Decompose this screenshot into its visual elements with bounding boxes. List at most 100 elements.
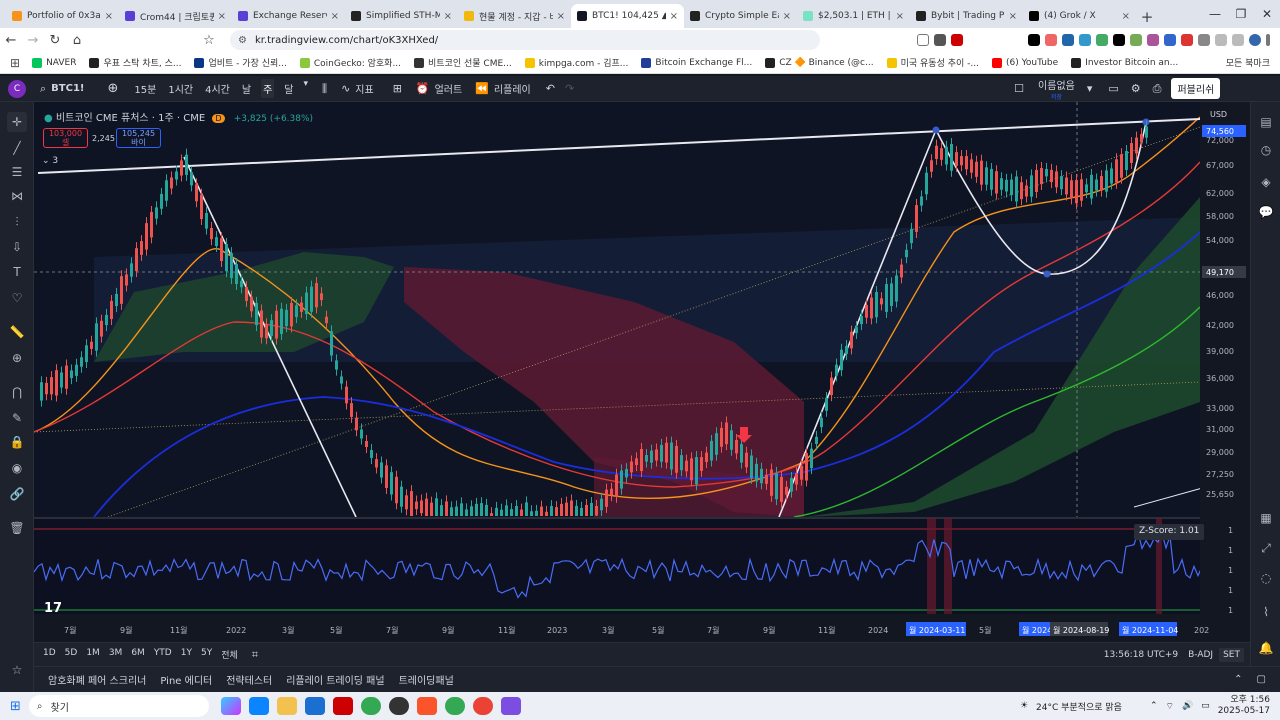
bookmark-item[interactable]: 비트코인 선물 CME... (414, 56, 512, 69)
new-tab-button[interactable]: + (1136, 6, 1158, 28)
trendline-icon[interactable]: ╱ (7, 138, 27, 158)
weather-text[interactable]: 24°C 부분적으로 맑음 (1036, 700, 1122, 713)
home-icon[interactable]: ⌂ (66, 33, 88, 48)
bookmark-item[interactable]: (6) YouTube (991, 56, 1058, 69)
chrome-icon[interactable] (388, 697, 409, 715)
browser-tab[interactable]: BTC1! 104,425 ▲ × (571, 4, 684, 28)
tab-close-icon[interactable]: × (105, 11, 113, 22)
pattern-icon[interactable]: ⋈ (7, 186, 27, 206)
search-icon[interactable]: ⌕ (40, 82, 46, 96)
tab-close-icon[interactable]: × (331, 11, 339, 22)
brush-icon[interactable]: ⇩ (7, 237, 27, 257)
browser-tab[interactable]: Bybit | Trading Platfo × (910, 4, 1023, 28)
tab-close-icon[interactable]: × (670, 11, 678, 22)
bookmark-item[interactable]: CZ 🔶 Binance (@c... (765, 56, 874, 69)
shield-icon[interactable] (934, 34, 946, 46)
bookmark-item[interactable]: kimpga.com - 김프... (524, 56, 628, 69)
bookmark-item[interactable]: Investor Bitcoin an... (1071, 56, 1178, 69)
tab-close-icon[interactable]: × (1009, 11, 1017, 22)
extension-icon[interactable] (1147, 34, 1159, 46)
layout-menu-icon[interactable]: ▾ (1087, 82, 1093, 95)
clock-time[interactable]: 13:56:18 UTC+9 (1104, 650, 1178, 660)
date-range-icon[interactable]: ⌗ (252, 648, 258, 662)
panel-collapse-icon[interactable]: ⌃ (1234, 674, 1242, 685)
url-field[interactable]: ⚙ kr.tradingview.com/chart/oK3XHXed/ (230, 30, 820, 50)
layout-checkbox-icon[interactable]: ☐ (1014, 82, 1024, 95)
tab-close-icon[interactable]: × (218, 11, 226, 22)
browser-tab[interactable]: (4) Grok / X × (1023, 4, 1136, 28)
adjustment-button[interactable]: B-ADJ (1188, 650, 1213, 660)
copilot-icon[interactable] (220, 697, 241, 715)
bookmark-item[interactable]: 우표 스탁 차트, 스... (89, 56, 181, 69)
chart-type-icon[interactable]: ⫼ (322, 82, 327, 96)
interval-5[interactable]: 달 (282, 79, 295, 98)
stay-drawing-icon[interactable]: ✎ (7, 408, 27, 428)
brave-icon[interactable] (416, 697, 437, 715)
magnet-icon[interactable]: ⋂ (7, 382, 27, 402)
network-icon[interactable]: ⌔ (1165, 701, 1173, 712)
tray-clock[interactable]: 오후 1:56 2025-05-17 (1218, 695, 1270, 717)
app-icon[interactable] (500, 697, 521, 715)
symbol-search[interactable]: BTC1! (51, 83, 84, 94)
ideas-icon[interactable]: ⤢ (1256, 538, 1276, 558)
browser-tab[interactable]: Exchange Reserve / S × (232, 4, 345, 28)
calendar-icon[interactable]: ▦ (1256, 508, 1276, 528)
bookmark-item[interactable]: NAVER (32, 56, 76, 69)
tab-close-icon[interactable]: × (444, 11, 452, 22)
fib-icon[interactable]: ☰ (7, 162, 27, 182)
alert-button[interactable]: 얼러트 (435, 81, 463, 96)
interval-dropdown-icon[interactable]: ▾ (303, 79, 308, 98)
store-icon[interactable] (304, 697, 325, 715)
indicators-button[interactable]: 지표 (355, 81, 373, 96)
ruler-icon[interactable]: 📏 (7, 322, 27, 342)
signal-icon[interactable]: ⌇ (1256, 602, 1276, 622)
back-icon[interactable]: ← (0, 33, 22, 48)
apps-icon[interactable]: ⊞ (10, 56, 20, 70)
settings-icon[interactable]: ⚙ (1131, 82, 1141, 95)
interval-4[interactable]: 주 (261, 79, 275, 98)
extension-icon[interactable] (1130, 34, 1142, 46)
share-icon[interactable] (917, 34, 929, 46)
reload-icon[interactable]: ↻ (44, 33, 66, 48)
chrome-icon[interactable] (444, 697, 465, 715)
tab-close-icon[interactable]: × (896, 11, 904, 22)
layout-name-block[interactable]: 이름없음 저장 (1038, 77, 1075, 101)
browser-tab[interactable]: 현물 계정 - 지갑 - 바 × (458, 4, 571, 28)
legend-collapse[interactable]: ⌄ 3 (42, 156, 58, 166)
browser-tab[interactable]: $2,503.1 | ETH | Hype × (797, 4, 910, 28)
bookmark-item[interactable]: 미국 유동성 추이 -... (886, 56, 979, 69)
publish-button[interactable]: 퍼블리쉬 (1171, 78, 1221, 99)
browser-tab[interactable]: Crom44 | 크립토퀀트 × (119, 4, 232, 28)
text-icon[interactable]: T (7, 262, 27, 282)
interval-0[interactable]: 15분 (132, 79, 158, 98)
interval-2[interactable]: 4시간 (203, 79, 232, 98)
star-icon[interactable]: ☆ (7, 660, 27, 680)
undo-icon[interactable]: ↶ (546, 82, 555, 95)
bookmark-star-icon[interactable]: ☆ (198, 33, 220, 48)
cursor-icon[interactable]: ✛ (7, 112, 27, 132)
chrome-icon[interactable] (360, 697, 381, 715)
range-button[interactable]: 1Y (181, 648, 192, 661)
volume-icon[interactable]: 🔊 (1182, 701, 1193, 711)
extension-icon[interactable] (1096, 34, 1108, 46)
session-button[interactable]: SET (1219, 647, 1244, 662)
hide-icon[interactable]: ◉ (7, 458, 27, 478)
sidebar-icon[interactable] (1232, 34, 1244, 46)
browser-tab[interactable]: Simplified STH-MVRV × (345, 4, 458, 28)
range-button[interactable]: 6M (131, 648, 145, 661)
screenshot-icon[interactable]: ⎙ (1153, 82, 1162, 96)
bottom-tab[interactable]: Pine 에디터 (160, 672, 212, 687)
alert-icon[interactable]: ⏰ (416, 82, 430, 95)
bottom-tab[interactable]: 암호화폐 페어 스크리너 (48, 672, 146, 687)
bottom-tab[interactable]: 트레이딩패널 (399, 672, 454, 687)
range-button[interactable]: 1M (86, 648, 100, 661)
tab-close-icon[interactable]: × (783, 11, 791, 22)
bookmark-item[interactable]: 업비트 - 가장 신뢰... (194, 56, 287, 69)
windows-start-icon[interactable]: ⊞ (10, 699, 21, 714)
alerts-clock-icon[interactable]: ◷ (1256, 140, 1276, 160)
extension-icon[interactable] (1028, 34, 1040, 46)
tray-chevron-icon[interactable]: ⌃ (1150, 701, 1158, 711)
extension-icon[interactable] (1164, 34, 1176, 46)
range-button[interactable]: 전체 (221, 648, 238, 661)
lock-icon[interactable]: 🔒 (7, 432, 27, 452)
